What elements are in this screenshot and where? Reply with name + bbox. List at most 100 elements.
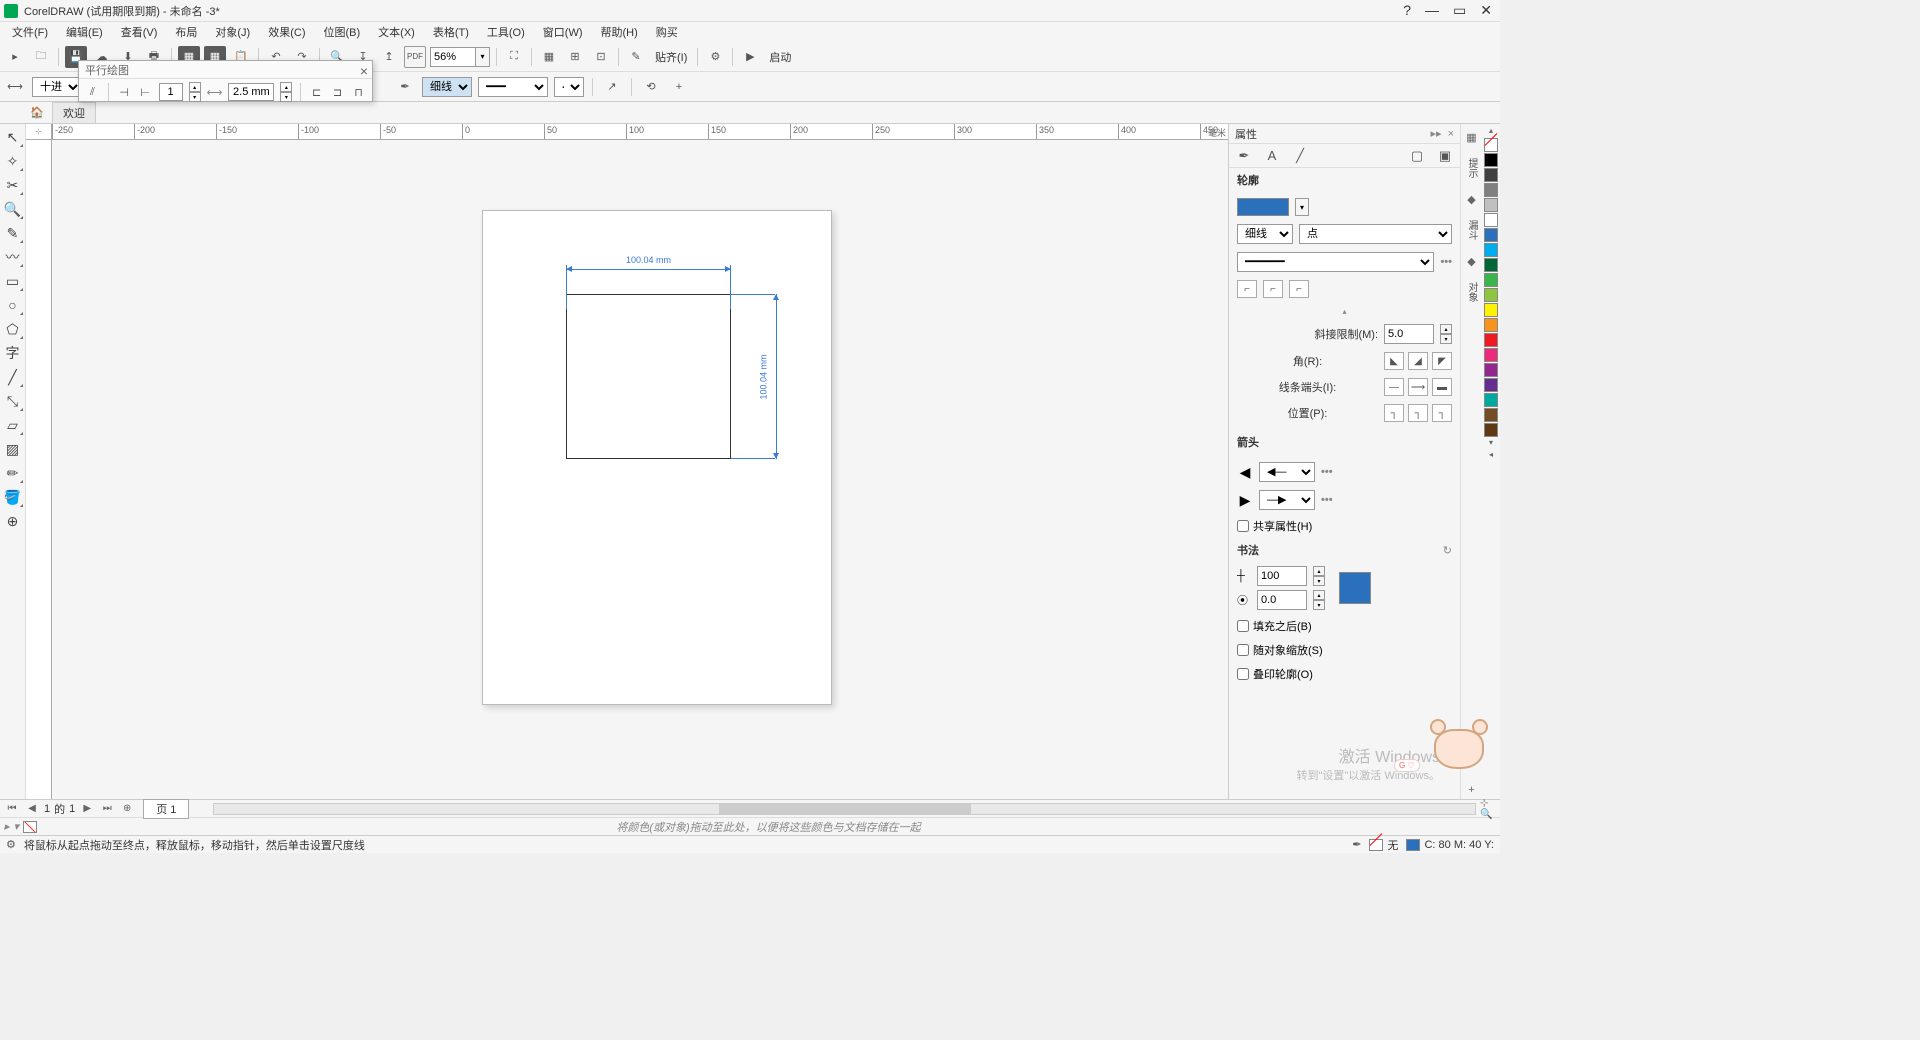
palette-swatch[interactable] [1484, 393, 1498, 407]
expand-outline[interactable]: ▴ [1237, 306, 1452, 316]
outline-color-swatch[interactable] [1237, 198, 1289, 216]
line-style-select[interactable]: ━━━ [478, 77, 548, 97]
arrow-start-docker-select[interactable]: ◀— [1259, 462, 1315, 482]
parallel-opt2[interactable]: ⊐ [330, 81, 345, 103]
corner-miter[interactable]: ◣ [1384, 352, 1404, 370]
docker-opt2-icon[interactable]: ▣ [1436, 147, 1454, 165]
angle-down[interactable]: ▾ [1313, 600, 1325, 610]
paragraph-tab-icon[interactable]: ╱ [1291, 147, 1309, 165]
ellipse-tool[interactable]: ○ [2, 294, 24, 316]
canvas-viewport[interactable]: 100.04 mm 100.04 mm [52, 140, 1228, 799]
workspace[interactable]: ⊹ 毫米 -250-200-150-100-500501001502002503… [26, 124, 1228, 799]
launch-label[interactable]: 启动 [765, 49, 795, 65]
palette-swatch[interactable] [1484, 378, 1498, 392]
scale-with-checkbox[interactable] [1237, 644, 1249, 656]
objects-docker-tab[interactable]: 对象 [1464, 282, 1479, 302]
palette-swatch[interactable] [1484, 213, 1498, 227]
stretch-down[interactable]: ▾ [1313, 576, 1325, 586]
palette-swatch[interactable] [1484, 423, 1498, 437]
snap-toggle[interactable]: ⊡ [590, 46, 612, 68]
page-last[interactable]: ⏭ [99, 802, 115, 816]
menu-effects[interactable]: 效果(C) [260, 22, 313, 42]
corner-style-3[interactable]: ⌐ [1289, 280, 1309, 298]
menu-edit[interactable]: 编辑(E) [58, 22, 111, 42]
docker-opt1-icon[interactable]: ▢ [1408, 147, 1426, 165]
overprint-checkbox[interactable] [1237, 668, 1249, 680]
menu-object[interactable]: 对象(J) [207, 22, 258, 42]
menu-table[interactable]: 表格(T) [425, 22, 477, 42]
grid-button[interactable]: ▦ [538, 46, 560, 68]
zoom-input[interactable] [430, 47, 476, 67]
position-outside[interactable]: ┐ [1384, 404, 1404, 422]
arrow-start-select[interactable]: ◀ [554, 77, 584, 97]
calligraphy-reset-icon[interactable]: ↻ [1443, 544, 1452, 557]
new-button[interactable]: ▸ [4, 46, 26, 68]
menu-buy[interactable]: 购买 [648, 22, 686, 42]
miter-input[interactable] [1384, 324, 1434, 344]
status-gear-icon[interactable]: ⚙ [6, 838, 16, 851]
crop-tool[interactable]: ✂ [2, 174, 24, 196]
linecap-butt[interactable]: — [1384, 378, 1404, 396]
corner-style-2[interactable]: ⌐ [1263, 280, 1283, 298]
docker-strip-add[interactable]: + [1463, 781, 1481, 799]
palette-swatch[interactable] [1484, 348, 1498, 362]
leader-icon[interactable]: ↗ [601, 76, 623, 98]
dynamic-dim-icon[interactable]: ⟲ [640, 76, 662, 98]
palette-swatch[interactable] [1484, 318, 1498, 332]
palette-swatch[interactable] [1484, 363, 1498, 377]
document-palette-row[interactable]: ▸ ▾ 将颜色(或对象)拖动至此处，以便将这些颜色与文档存储在一起 [0, 817, 1500, 835]
palette-swatch[interactable] [1484, 198, 1498, 212]
dimension-style-icon[interactable]: ⟷ [4, 76, 26, 98]
polygon-tool[interactable]: ⬠ [2, 318, 24, 340]
pick-tool[interactable]: ↖ [2, 126, 24, 148]
palette-swatch[interactable] [1484, 168, 1498, 182]
palette-swatch[interactable] [1484, 258, 1498, 272]
home-button[interactable]: 🏠 [26, 103, 48, 123]
corner-bevel[interactable]: ◤ [1432, 352, 1452, 370]
horizontal-ruler[interactable]: 毫米 -250-200-150-100-50050100150200250300… [52, 124, 1228, 140]
arrow-start-more[interactable]: ••• [1321, 466, 1333, 478]
count-down[interactable]: ▾ [189, 92, 201, 102]
angle-up[interactable]: ▴ [1313, 590, 1325, 600]
transparency-tool[interactable]: ▨ [2, 438, 24, 460]
behind-fill-checkbox[interactable] [1237, 620, 1249, 632]
rectangle-tool[interactable]: ▭ [2, 270, 24, 292]
arrow-end-more[interactable]: ••• [1321, 494, 1333, 506]
fill-none-swatch[interactable] [1369, 839, 1383, 851]
parallel-panel-close[interactable]: × [360, 63, 368, 79]
horizontal-dimension[interactable]: 100.04 mm [566, 255, 731, 273]
outline-style-select[interactable]: ━━━━━━ [1237, 252, 1434, 272]
menu-text[interactable]: 文本(X) [370, 22, 423, 42]
docker-close-icon[interactable]: × [1448, 128, 1454, 140]
parallel-opt1[interactable]: ⊏ [309, 81, 324, 103]
menu-tools[interactable]: 工具(O) [479, 22, 533, 42]
parallel-right-icon[interactable]: ⊢ [138, 81, 153, 103]
parallel-drawing-panel[interactable]: 平行绘图 × ⫽ ⊣ ⊢ ▴▾ ⟷ ▴▾ ⊏ ⊐ ⊓ [78, 60, 373, 102]
add-button[interactable]: + [668, 76, 690, 98]
connector-tool[interactable]: ⤡ [2, 390, 24, 412]
text-tool[interactable]: 字 [2, 342, 24, 364]
shape-tool[interactable]: ✧ [2, 150, 24, 172]
share-attributes-checkbox[interactable] [1237, 520, 1249, 532]
maximize-button[interactable]: ▭ [1453, 2, 1466, 19]
help-icon[interactable]: ? [1403, 2, 1411, 19]
page-first[interactable]: ⏮ [4, 802, 20, 816]
eyedropper-tool[interactable]: ✏ [2, 462, 24, 484]
parallel-spacing-input[interactable] [228, 83, 274, 101]
parallel-opt3[interactable]: ⊓ [351, 81, 366, 103]
guides-button[interactable]: ⊞ [564, 46, 586, 68]
parallel-left-icon[interactable]: ⊣ [117, 81, 132, 103]
zoom-combo[interactable]: ▾ [430, 46, 490, 68]
artistic-tool[interactable]: 〰 [2, 246, 24, 268]
hints-docker-tab[interactable]: 提示 [1464, 158, 1479, 178]
menu-layout[interactable]: 布局 [167, 22, 205, 42]
more-tools[interactable]: ⊕ [2, 510, 24, 532]
parallel-mode-icon[interactable]: ⫽ [85, 81, 100, 103]
palette-swatch[interactable] [1484, 183, 1498, 197]
property-icon[interactable]: ✎ [625, 46, 647, 68]
corner-style-1[interactable]: ⌐ [1237, 280, 1257, 298]
arrow-end-docker-select[interactable]: —▶ [1259, 490, 1315, 510]
character-tab-icon[interactable]: A [1263, 147, 1281, 165]
close-button[interactable]: ✕ [1480, 2, 1492, 19]
position-inside[interactable]: ┐ [1432, 404, 1452, 422]
